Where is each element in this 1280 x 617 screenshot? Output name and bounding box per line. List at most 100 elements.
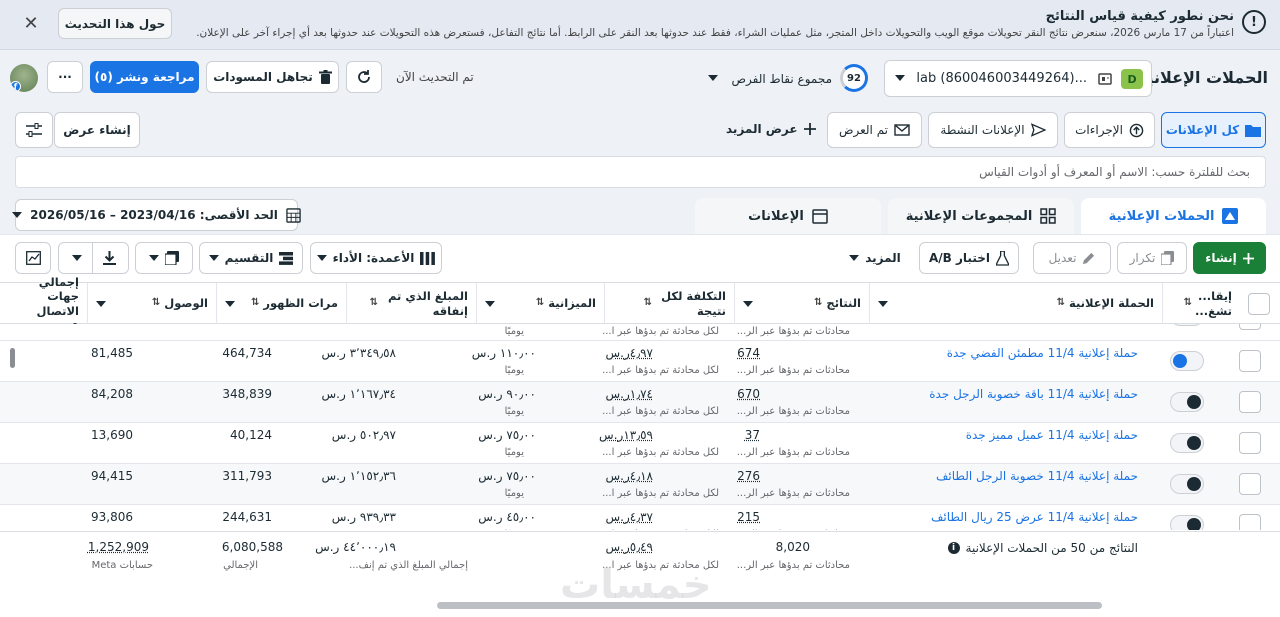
column-header-total-contacts[interactable]: إجمالي جهات الاتصال عبر... — [0, 275, 87, 332]
cost-sublabel: لكل محادثة تم بدؤها عبر ا... — [602, 365, 719, 376]
results-value[interactable]: 276 — [737, 469, 760, 483]
charts-button[interactable] — [15, 242, 51, 274]
reports-dropdown[interactable] — [135, 242, 193, 274]
campaign-name-link[interactable]: حملة إعلانية 11/4 خصوبة الرجل الطائف — [936, 469, 1138, 483]
review-publish-button[interactable]: مراجعة ونشر (٥) — [90, 61, 199, 93]
column-header-impressions[interactable]: مرات الظهور ⇅ — [216, 283, 346, 324]
reports-icon — [165, 251, 179, 265]
date-range-picker[interactable]: الحد الأقصى: 2023/04/16 – 2026/05/16 — [12, 199, 301, 231]
tab-shown[interactable]: تم العرض — [827, 112, 922, 148]
impressions-value: 244,631 — [222, 510, 272, 524]
reach-value: 93,806 — [91, 510, 133, 524]
show-more-button[interactable]: عرض المزيد — [726, 122, 816, 136]
column-header-budget[interactable]: الميزانية ⇅ — [476, 283, 604, 324]
tab-all-ads[interactable]: كل الإعلانات — [1161, 112, 1266, 148]
folder-icon — [1245, 123, 1262, 137]
column-header-results[interactable]: النتائج ⇅ — [734, 283, 869, 324]
send-icon — [1030, 123, 1046, 137]
create-view-button[interactable]: إنشاء عرض — [54, 112, 140, 148]
amount-spent-value: ٣٬٣٤٩٫٥٨ ر.س — [321, 346, 396, 360]
search-input[interactable]: بحث للفلترة حسب: الاسم أو المعرف أو أدوا… — [15, 156, 1266, 188]
select-all-header — [1240, 283, 1280, 324]
tab-campaigns[interactable]: الحملات الإعلانية — [1081, 198, 1266, 234]
sort-icon: ⇅ — [814, 297, 823, 309]
flask-icon — [996, 250, 1009, 266]
select-all-checkbox[interactable] — [1248, 293, 1270, 315]
campaign-toggle[interactable] — [1170, 392, 1204, 412]
campaign-name-link[interactable]: حملة إعلانية 11/4 باقة خصوبة الرجل جدة — [929, 387, 1138, 401]
total-reach: 1,252,909 — [87, 540, 149, 554]
more-options-button[interactable]: ··· — [47, 61, 83, 93]
create-button[interactable]: إنشاء — [1193, 242, 1266, 274]
info-icon[interactable]: i — [947, 542, 960, 554]
campaign-name-link[interactable]: حملة إعلانية 11/4 عميل مميز جدة — [966, 428, 1138, 442]
campaign-toggle[interactable] — [1170, 515, 1204, 530]
horizontal-scrollbar[interactable] — [437, 602, 1102, 609]
refresh-button[interactable] — [346, 61, 382, 93]
duplicate-button[interactable]: تكرار — [1117, 242, 1187, 274]
budget-value: ٧٥٫٠٠ ر.س — [478, 428, 536, 442]
discard-drafts-button[interactable]: تجاهل المسودات — [206, 61, 339, 93]
campaign-toggle[interactable] — [1170, 474, 1204, 494]
budget-sublabel: يوميًا — [504, 447, 524, 458]
cost-per-result-value: ١٫٧٤ر.س — [605, 387, 654, 401]
vertical-scrollbar[interactable] — [10, 348, 15, 368]
campaign-name-link[interactable]: حملة إعلانية 11/4 عرض 25 ريال الطائف — [931, 510, 1138, 524]
tab-campaigns-label: الحملات الإعلانية — [1108, 208, 1215, 224]
row-checkbox[interactable] — [1239, 473, 1261, 495]
column-header-campaign[interactable]: الحملة الإعلانية ⇅ — [869, 283, 1162, 324]
amount-spent-value: ١٬١٦٧٫٣٤ ر.س — [321, 387, 396, 401]
opportunity-score[interactable]: 92 مجموع نقاط الفرص — [708, 64, 868, 92]
campaign-toggle[interactable] — [1170, 351, 1204, 371]
about-update-button[interactable]: حول هذا التحديث — [58, 8, 172, 39]
column-header-off-on[interactable]: إيقا... تشغ... ⇅ — [1162, 283, 1240, 324]
row-toggle[interactable] — [1170, 324, 1204, 326]
column-header-reach[interactable]: الوصول ⇅ — [87, 283, 216, 324]
cost-sublabel: لكل محادثة تم بدؤها عبر ا... — [602, 447, 719, 458]
results-value[interactable]: 674 — [737, 346, 760, 360]
view-settings-button[interactable] — [15, 112, 53, 148]
column-header-amount-spent[interactable]: المبلغ الذي تم إنفاقه ⇅ — [346, 283, 476, 324]
row-checkbox[interactable] — [1239, 514, 1261, 530]
results-value[interactable]: 670 — [737, 387, 760, 401]
tab-actions[interactable]: الإجراءات — [1064, 112, 1155, 148]
avatar[interactable]: f — [10, 64, 38, 92]
table-row[interactable]: حملة إعلانية 11/4 خصوبة الرجل الطائف 276 م… — [0, 464, 1280, 505]
campaign-toggle[interactable] — [1170, 433, 1204, 453]
results-sublabel: محادثات تم بدؤها عبر الر... — [736, 447, 850, 458]
campaign-name-link[interactable]: حملة إعلانية 11/4 مطمئن الفضي جدة — [947, 346, 1138, 360]
results-value[interactable]: 37 — [745, 428, 760, 442]
column-header-results-label: النتائج — [826, 296, 861, 311]
table-row[interactable]: حملة إعلانية 11/4 مطمئن الفضي جدة 674 محاد… — [0, 341, 1280, 382]
tab-all-ads-label: كل الإعلانات — [1165, 123, 1240, 137]
results-value[interactable]: 215 — [737, 510, 760, 524]
edit-button[interactable]: تعديل — [1033, 242, 1111, 274]
cost-sublabel: لكل محادثة تم بدؤها عبر ا... — [602, 406, 719, 417]
ad-account-selector[interactable]: D lab (860046003449264)... — [884, 60, 1152, 97]
table-row[interactable]: محادثات تم بدؤها عبر الر... لكل محادثة ت… — [0, 324, 1280, 341]
row-checkbox[interactable] — [1239, 350, 1261, 372]
row-checkbox[interactable] — [1239, 432, 1261, 454]
trash-icon — [318, 70, 332, 84]
column-header-cost-per-result[interactable]: التكلفة لكل نتيجة ⇅ — [604, 283, 734, 324]
chevron-down-icon — [849, 254, 860, 262]
tab-adsets[interactable]: المجموعات الإعلانية — [888, 198, 1074, 234]
table-row[interactable]: حملة إعلانية 11/4 باقة خصوبة الرجل جدة 67… — [0, 382, 1280, 423]
column-header-off-on-label: إيقا... تشغ... — [1195, 289, 1232, 318]
column-header-reach-label: الوصول — [164, 296, 208, 311]
row-checkbox[interactable] — [1239, 324, 1261, 330]
table-row[interactable]: حملة إعلانية 11/4 عرض 25 ريال الطائف 215 م… — [0, 505, 1280, 530]
columns-dropdown[interactable]: الأعمدة: الأداء — [310, 242, 442, 274]
page-title: الحملات الإعلانية — [1137, 68, 1268, 87]
cost-per-result-value: ٤٫٣٧ر.س — [605, 510, 654, 524]
updated-status: تم التحديث الآن — [396, 70, 474, 84]
tab-ads[interactable]: الإعلانات — [695, 198, 881, 234]
breakdown-dropdown[interactable]: التقسيم — [199, 242, 303, 274]
table-row[interactable]: حملة إعلانية 11/4 عميل مميز جدة 37 محادثات… — [0, 423, 1280, 464]
close-icon[interactable]: ✕ — [20, 12, 42, 34]
ab-test-button[interactable]: اختبار A/B — [919, 242, 1019, 274]
export-dropdown[interactable] — [58, 242, 129, 274]
row-checkbox[interactable] — [1239, 391, 1261, 413]
tab-active-ads[interactable]: الإعلانات النشطة — [928, 112, 1058, 148]
more-actions-dropdown[interactable]: المزيد — [838, 242, 912, 274]
